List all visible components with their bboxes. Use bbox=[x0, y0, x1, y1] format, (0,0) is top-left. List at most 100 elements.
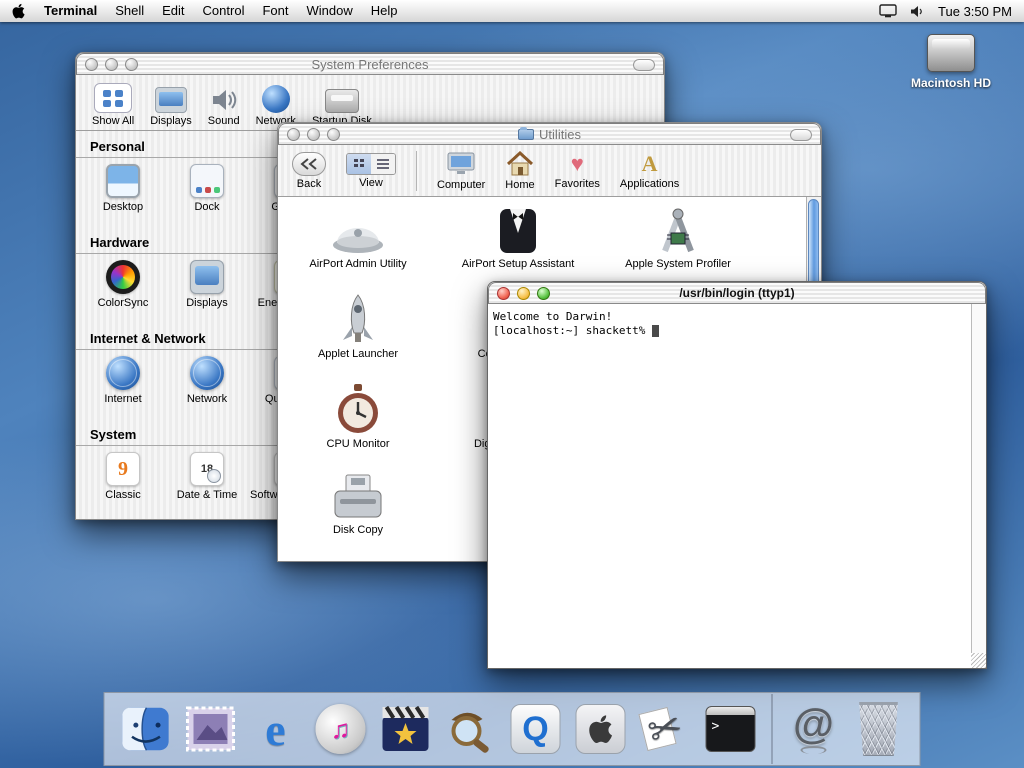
pref-desktop[interactable]: Desktop bbox=[81, 164, 165, 213]
dock-terminal[interactable]: > bbox=[702, 700, 760, 758]
window-title: Utilities bbox=[319, 123, 780, 145]
utilities-titlebar[interactable]: Utilities bbox=[278, 123, 821, 145]
internet-explorer-icon: e bbox=[265, 703, 285, 756]
dock-internet-shortcut[interactable]: @ bbox=[785, 700, 843, 758]
zoom-button[interactable] bbox=[537, 287, 550, 300]
menu-shell[interactable]: Shell bbox=[106, 0, 153, 22]
pref-internet[interactable]: Internet bbox=[81, 356, 165, 405]
minimize-button[interactable] bbox=[517, 287, 530, 300]
dock-sherlock[interactable] bbox=[442, 700, 500, 758]
computer-button[interactable]: Computer bbox=[437, 151, 485, 191]
pref-network[interactable]: Network bbox=[165, 356, 249, 405]
utility-label: AirPort Setup Assistant bbox=[462, 258, 575, 270]
close-button[interactable] bbox=[497, 287, 510, 300]
utility-disk-copy[interactable]: Disk Copy bbox=[283, 469, 433, 536]
system-preferences-titlebar[interactable]: System Preferences bbox=[76, 53, 664, 75]
sound-toolbar-button[interactable]: Sound bbox=[208, 87, 240, 127]
home-button[interactable]: Home bbox=[505, 151, 534, 191]
music-note-icon: ♫ bbox=[331, 714, 351, 745]
hard-drive-icon bbox=[927, 34, 975, 72]
terminal-app-icon: > bbox=[706, 706, 756, 752]
applications-label: Applications bbox=[620, 178, 679, 190]
show-all-button[interactable]: Show All bbox=[92, 83, 134, 127]
volume-menu-icon[interactable] bbox=[910, 5, 925, 18]
utility-system-profiler[interactable]: Apple System Profiler bbox=[603, 203, 753, 270]
pref-date-time[interactable]: 18 Date & Time bbox=[165, 452, 249, 501]
close-button[interactable] bbox=[85, 58, 98, 71]
utility-label: Applet Launcher bbox=[318, 348, 398, 360]
airport-setup-icon bbox=[495, 203, 541, 255]
dock-internet-explorer[interactable]: e bbox=[247, 700, 305, 758]
menu-window[interactable]: Window bbox=[297, 0, 361, 22]
itunes-cd-icon: ♫ bbox=[316, 704, 366, 754]
zoom-button[interactable] bbox=[327, 128, 340, 141]
toolbar-toggle-button[interactable] bbox=[790, 129, 812, 141]
dock-pref-icon bbox=[190, 164, 224, 198]
pref-label: Date & Time bbox=[177, 489, 238, 501]
pref-colorsync[interactable]: ColorSync bbox=[81, 260, 165, 309]
terminal-scrollbar[interactable] bbox=[971, 304, 986, 668]
utility-applet-launcher[interactable]: Applet Launcher bbox=[283, 293, 433, 360]
internet-pref-icon bbox=[106, 356, 140, 390]
zoom-button[interactable] bbox=[125, 58, 138, 71]
pref-classic[interactable]: 9 Classic bbox=[81, 452, 165, 501]
system-profiler-icon bbox=[652, 203, 704, 255]
network-icon bbox=[262, 85, 290, 113]
airport-admin-icon bbox=[330, 203, 386, 255]
menu-control[interactable]: Control bbox=[194, 0, 254, 22]
computer-label: Computer bbox=[437, 179, 485, 191]
back-button[interactable]: Back bbox=[292, 152, 326, 190]
terminal-prompt-text: [localhost:~] shackett% bbox=[493, 324, 652, 337]
menu-clock[interactable]: Tue 3:50 PM bbox=[938, 4, 1012, 19]
utilities-toolbar: Back View Computer Home ♥ Favorites bbox=[278, 145, 821, 197]
home-label: Home bbox=[505, 179, 534, 191]
toolbar-toggle-button[interactable] bbox=[633, 59, 655, 71]
icon-view-button[interactable] bbox=[347, 154, 371, 174]
pref-dock[interactable]: Dock bbox=[165, 164, 249, 213]
dock-clippings[interactable]: ✂ bbox=[637, 700, 695, 758]
desktop[interactable]: Terminal Shell Edit Control Font Window … bbox=[0, 0, 1024, 768]
dock-mail[interactable] bbox=[182, 700, 240, 758]
utility-airport-admin[interactable]: AirPort Admin Utility bbox=[283, 203, 433, 270]
macintosh-hd-icon[interactable]: Macintosh HD bbox=[905, 34, 997, 90]
trash-basket-icon bbox=[857, 702, 901, 756]
dock-system-preferences[interactable] bbox=[572, 700, 630, 758]
cpu-monitor-icon bbox=[334, 383, 382, 435]
applications-button[interactable]: A Applications bbox=[620, 152, 679, 190]
network-toolbar-button[interactable]: Network bbox=[256, 85, 296, 127]
minimize-button[interactable] bbox=[307, 128, 320, 141]
view-control[interactable]: View bbox=[346, 153, 396, 189]
date-time-pref-icon: 18 bbox=[190, 452, 224, 486]
favorites-button[interactable]: ♥ Favorites bbox=[555, 152, 600, 190]
terminal-content[interactable]: Welcome to Darwin! [localhost:~] shacket… bbox=[488, 304, 986, 668]
menu-help[interactable]: Help bbox=[362, 0, 407, 22]
calendar-day-glyph: 18 bbox=[201, 463, 213, 475]
dock-itunes[interactable]: ♫ bbox=[312, 700, 370, 758]
list-view-button[interactable] bbox=[371, 154, 395, 174]
hd-label: Macintosh HD bbox=[905, 76, 997, 90]
dock-finder[interactable] bbox=[117, 700, 175, 758]
window-title: System Preferences bbox=[117, 53, 623, 75]
dock-quicktime[interactable]: Q bbox=[507, 700, 565, 758]
list-view-icon bbox=[377, 159, 389, 168]
dock-trash[interactable] bbox=[850, 700, 908, 758]
utility-cpu-monitor[interactable]: CPU Monitor bbox=[283, 383, 433, 450]
terminal-titlebar[interactable]: /usr/bin/login (ttyp1) bbox=[488, 282, 986, 304]
terminal-line: Welcome to Darwin! bbox=[493, 310, 966, 324]
at-glyph: @ bbox=[793, 704, 834, 744]
minimize-button[interactable] bbox=[105, 58, 118, 71]
utility-airport-setup[interactable]: AirPort Setup Assistant bbox=[443, 203, 593, 270]
menu-edit[interactable]: Edit bbox=[153, 0, 193, 22]
displays-menu-icon[interactable] bbox=[879, 4, 897, 18]
pref-label: Displays bbox=[186, 297, 228, 309]
close-button[interactable] bbox=[287, 128, 300, 141]
menu-font[interactable]: Font bbox=[253, 0, 297, 22]
displays-toolbar-button[interactable]: Displays bbox=[150, 87, 192, 127]
pref-label: Network bbox=[187, 393, 227, 405]
pref-displays[interactable]: Displays bbox=[165, 260, 249, 309]
utility-label: AirPort Admin Utility bbox=[309, 258, 406, 270]
menu-app-name[interactable]: Terminal bbox=[35, 0, 106, 22]
apple-menu[interactable] bbox=[0, 0, 35, 22]
resize-grip[interactable] bbox=[971, 653, 986, 668]
dock-imovie[interactable] bbox=[377, 700, 435, 758]
